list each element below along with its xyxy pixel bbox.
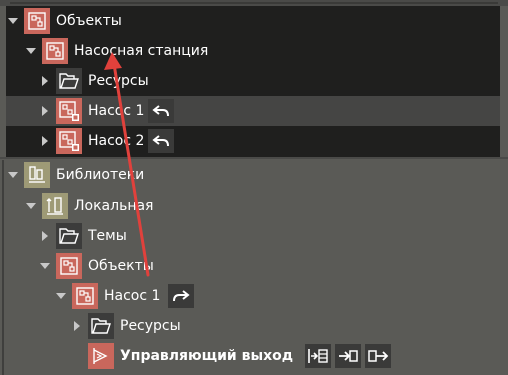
- tree-row-objects-root[interactable]: Объекты: [6, 6, 122, 36]
- tree-label: Насос 2: [88, 133, 145, 149]
- object-instance-icon: [56, 128, 82, 154]
- output-signal-icon[interactable]: [365, 344, 392, 368]
- tree-label: Насос 1: [104, 288, 161, 304]
- tree-row-pump-2[interactable]: Насос 2: [38, 126, 175, 156]
- object-group-icon: [72, 283, 98, 309]
- expand-arrow-icon[interactable]: [38, 74, 52, 88]
- insert-into-list-icon[interactable]: [305, 344, 332, 368]
- tree-label: Объекты: [88, 258, 154, 274]
- tree-label: Темы: [88, 228, 127, 244]
- expand-arrow-icon[interactable]: [24, 199, 38, 213]
- tree-label: Локальная: [74, 198, 154, 214]
- tree-row-library-resources[interactable]: Ресурсы: [70, 311, 181, 341]
- expand-arrow-icon[interactable]: [24, 44, 38, 58]
- expand-arrow-icon[interactable]: [6, 14, 20, 28]
- expand-arrow-icon[interactable]: [38, 104, 52, 118]
- input-signal-icon[interactable]: [335, 344, 362, 368]
- tree-row-pump-1[interactable]: Насос 1: [38, 96, 175, 126]
- tree-row-library-objects[interactable]: Объекты: [38, 251, 154, 281]
- local-library-icon: [42, 193, 68, 219]
- object-instance-icon: [56, 98, 82, 124]
- folder-icon: [88, 313, 114, 339]
- tree-label: Библиотеки: [56, 167, 145, 183]
- expand-arrow-icon[interactable]: [38, 229, 52, 243]
- tree-row-library-pump-1[interactable]: Насос 1: [54, 281, 195, 311]
- tree-row-local-library[interactable]: Локальная: [24, 191, 153, 221]
- object-group-icon: [56, 253, 82, 279]
- expand-arrow-icon[interactable]: [6, 168, 20, 182]
- tree-label: Насосная станция: [74, 43, 209, 59]
- object-group-icon: [24, 8, 50, 34]
- tree-label: Ресурсы: [120, 318, 181, 334]
- tree-row-control-output[interactable]: Управляющий выход: [70, 341, 392, 371]
- tree-row-libraries[interactable]: Библиотеки: [6, 160, 144, 190]
- undo-arrow-icon[interactable]: [148, 99, 175, 123]
- folder-icon: [56, 68, 82, 94]
- tree-label: Управляющий выход: [120, 348, 294, 364]
- tree-label: Насос 1: [88, 103, 145, 119]
- panel-divider: [0, 157, 508, 159]
- folder-icon: [56, 223, 82, 249]
- undo-arrow-icon[interactable]: [148, 129, 175, 153]
- libraries-icon: [24, 162, 50, 188]
- tree-guide-line: [2, 160, 4, 375]
- tree-row-pumping-station[interactable]: Насосная станция: [24, 36, 208, 66]
- expand-arrow-icon[interactable]: [38, 134, 52, 148]
- object-group-icon: [42, 38, 68, 64]
- control-output-icon: [88, 343, 114, 369]
- redo-arrow-icon[interactable]: [168, 284, 195, 308]
- expand-arrow-icon[interactable]: [38, 259, 52, 273]
- tree-label: Объекты: [56, 13, 122, 29]
- tree-row-themes[interactable]: Темы: [38, 221, 127, 251]
- expand-arrow-icon[interactable]: [54, 289, 68, 303]
- tree-row-resources[interactable]: Ресурсы: [38, 66, 149, 96]
- expand-arrow-icon[interactable]: [70, 319, 84, 333]
- tree-label: Ресурсы: [88, 73, 149, 89]
